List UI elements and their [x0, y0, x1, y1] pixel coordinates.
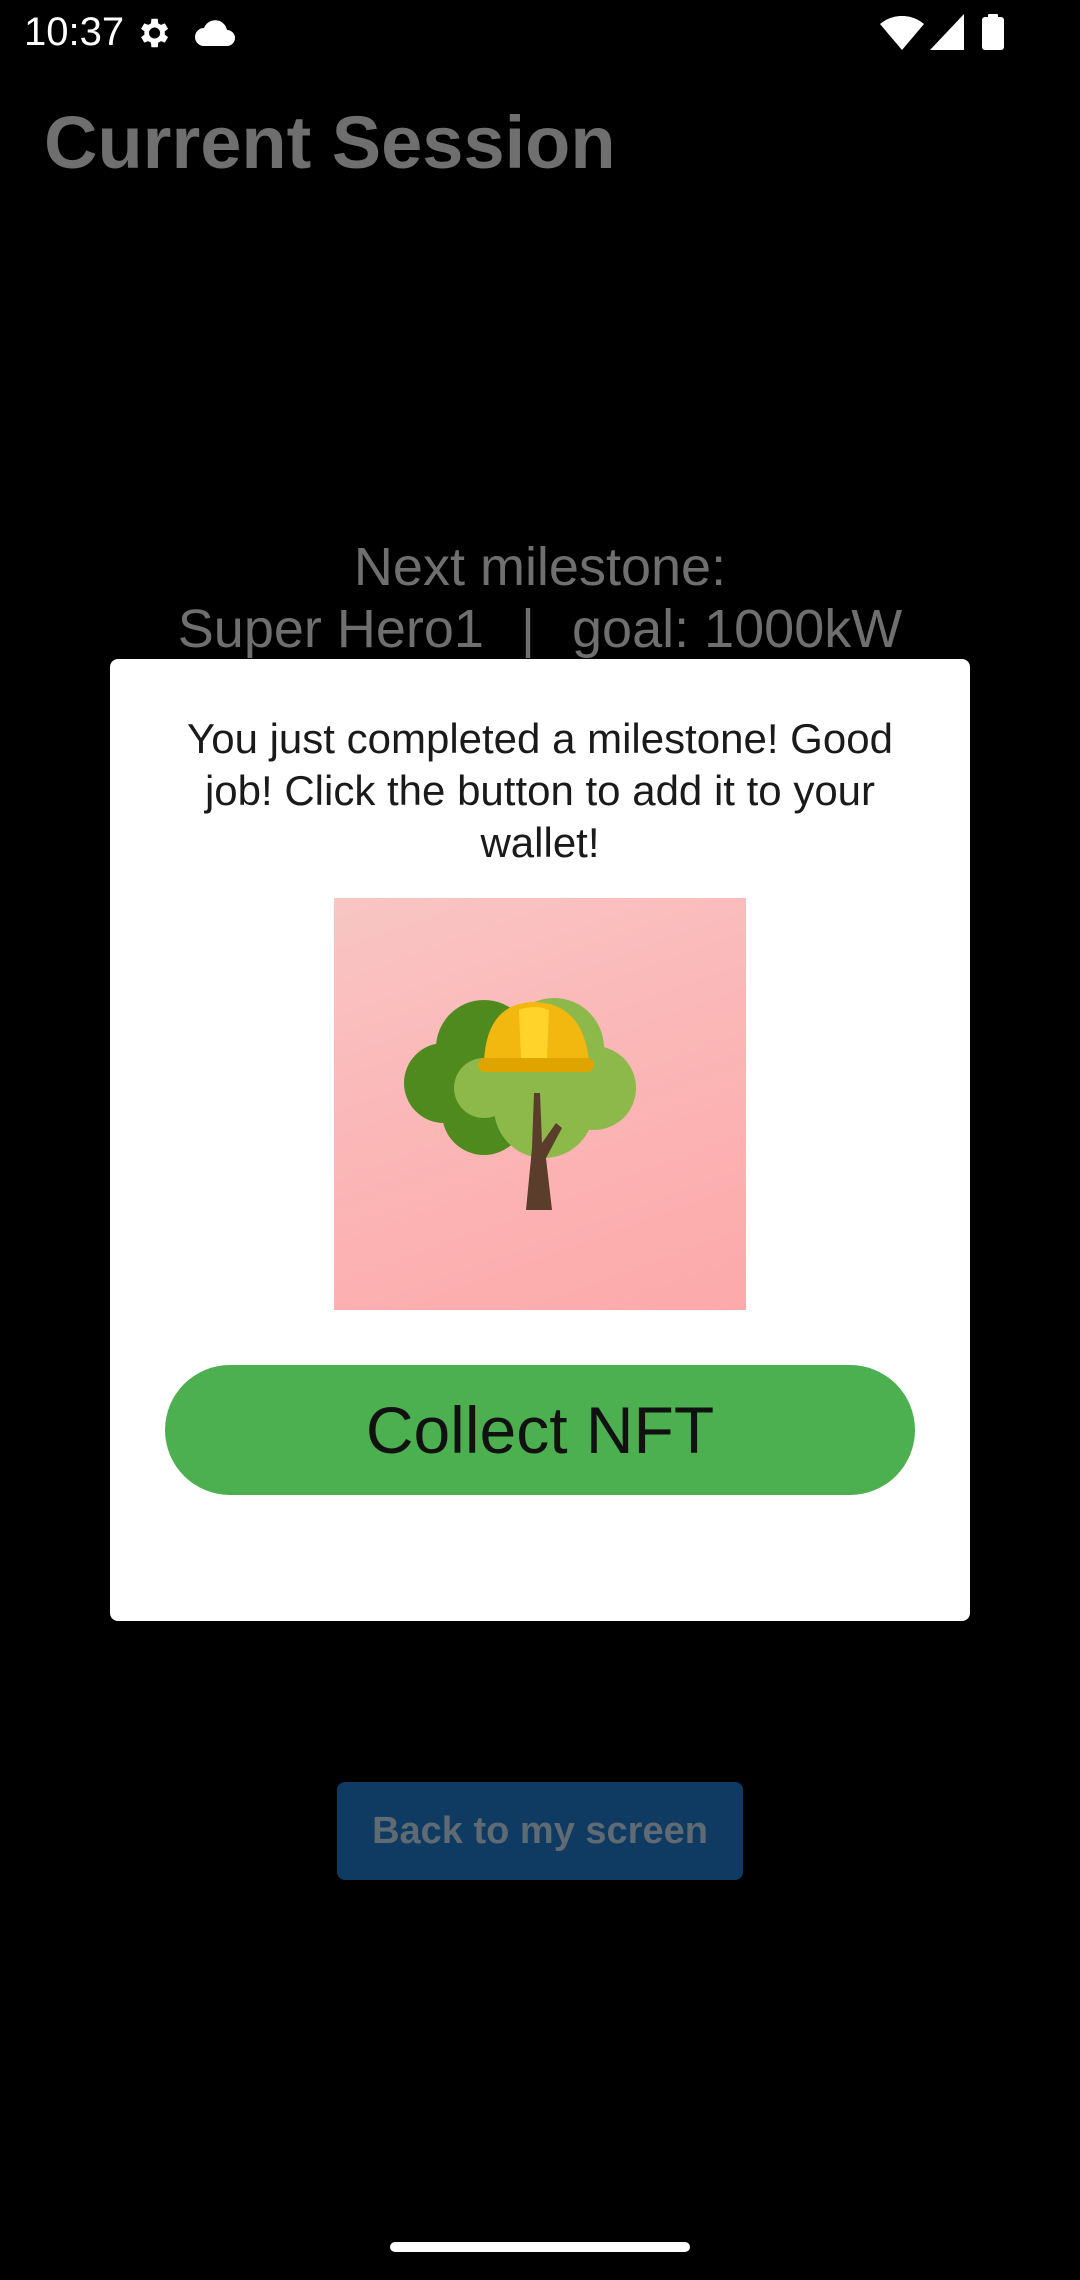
status-time: 10:37 — [24, 10, 125, 54]
back-to-my-screen-button[interactable]: Back to my screen — [337, 1782, 743, 1880]
milestone-info: Next milestone: Super Hero1 | goal: 1000… — [0, 536, 1080, 660]
dialog-message: You just completed a milestone! Good job… — [187, 715, 893, 866]
cloud-icon — [194, 18, 236, 53]
page-title: Current Session — [44, 101, 616, 184]
status-bar: 10:37 — [0, 0, 1080, 66]
collect-nft-button[interactable]: Collect NFT — [165, 1365, 915, 1495]
app-screen: 10:37 Current Session Next milestone: Su… — [0, 0, 1080, 2280]
gear-icon — [134, 14, 172, 57]
milestone-goal: goal: 1000kW — [572, 599, 903, 659]
cellular-icon — [930, 14, 964, 55]
milestone-heading: Next milestone: — [353, 537, 727, 597]
milestone-name: Super Hero1 — [177, 599, 484, 659]
milestone-details: Super Hero1 | goal: 1000kW — [0, 598, 1080, 660]
gesture-nav-handle[interactable] — [390, 2242, 690, 2252]
wifi-icon — [880, 15, 924, 55]
nft-image — [334, 898, 746, 1310]
milestone-separator: | — [520, 599, 535, 659]
tree-with-hardhat-icon — [404, 998, 636, 1210]
battery-icon — [982, 14, 1004, 55]
milestone-dialog: You just completed a milestone! Good job… — [110, 659, 970, 1621]
